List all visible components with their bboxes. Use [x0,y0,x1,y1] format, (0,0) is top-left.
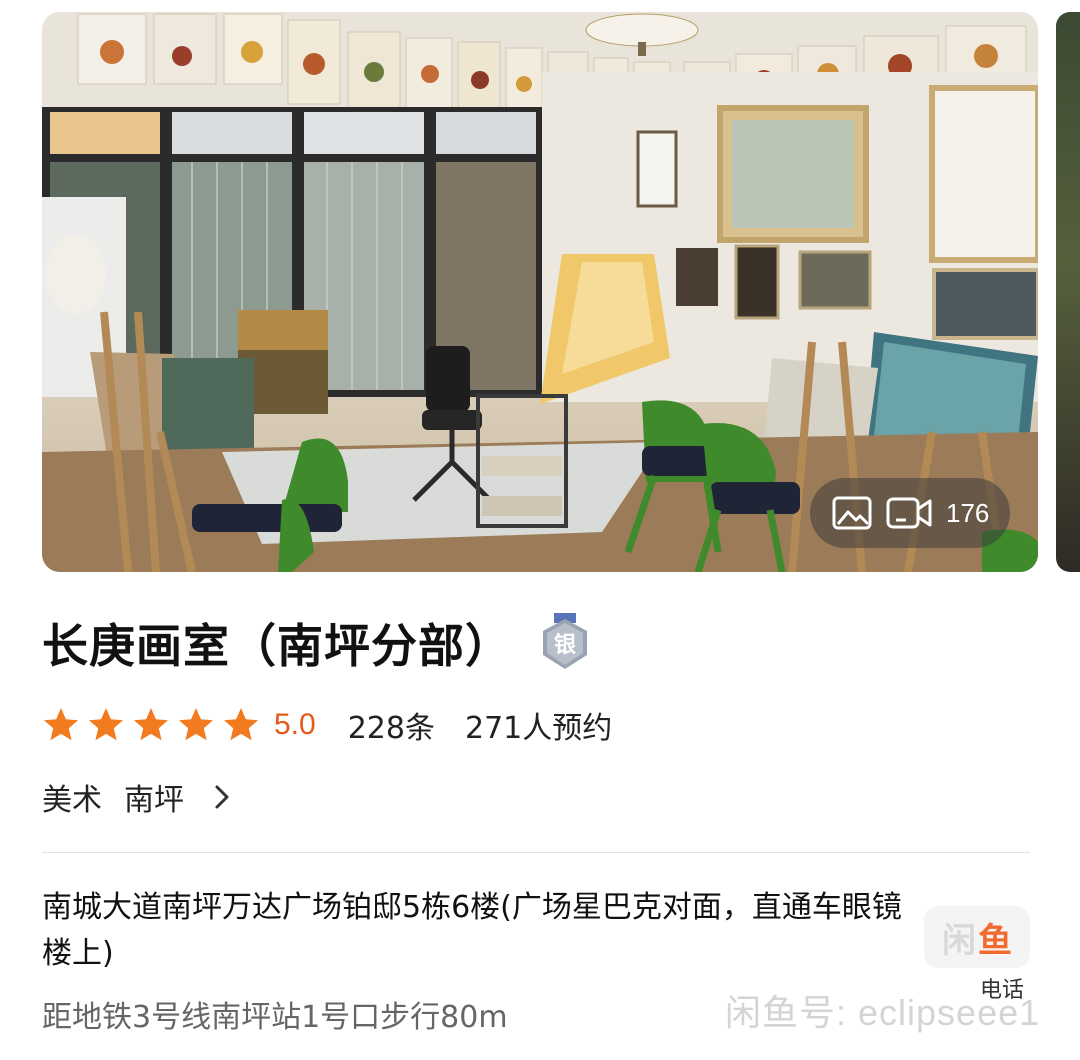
subway-distance: 距地铁3号线南坪站1号口步行80m [42,1000,508,1035]
rating-score: 5.0 [274,708,316,741]
booking-count: 271人预约 [464,711,613,746]
category-type: 美术 [42,783,102,818]
category-row[interactable]: 美术 南坪 [42,775,232,819]
star-icon [134,708,168,741]
gallery-next-photo[interactable] [1056,12,1080,572]
watermark: 闲鱼号: eclipseee1 [725,992,1041,1033]
category-area: 南坪 [124,783,184,818]
review-count[interactable]: 228条 [348,703,435,747]
star-icon [224,708,258,741]
star-icon [89,708,123,741]
address-text[interactable]: 南城大道南坪万达广场铂邸5栋6楼(广场星巴克对面，直通车眼镜楼上) [42,885,922,977]
gallery-main-photo[interactable]: 176 [42,12,1038,572]
media-count: 176 [946,497,990,528]
rating-row[interactable]: 5.0 228条 271人预约 [42,700,612,750]
xianyu-logo-icon: 闲 鱼 [924,906,1030,968]
shop-name: 长庚画室（南坪分部） [42,619,512,673]
badge-text: 银 [554,633,577,658]
shop-title-row: 长庚画室（南坪分部） 银 [42,610,590,676]
gallery-media-counter[interactable]: 176 [810,478,1010,548]
star-rating [42,706,260,744]
video-camera-icon [886,497,932,529]
chevron-right-icon [215,785,229,809]
logo-right-char: 鱼 [978,920,1012,961]
image-icon [832,496,872,530]
silver-medal-icon[interactable]: 银 [540,613,590,673]
star-icon [44,708,78,741]
divider [42,852,1030,853]
logo-left-char: 闲 [942,920,976,961]
star-icon [179,708,213,741]
